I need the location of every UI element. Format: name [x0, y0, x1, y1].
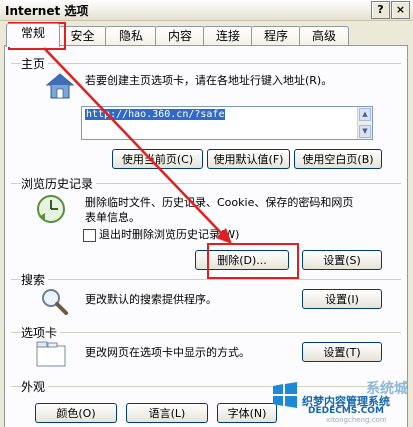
use-blank-button[interactable]: 使用空白页(B)	[294, 149, 382, 169]
homepage-description: 若要创建主页选项卡，请在各地址行键入地址(R)。	[85, 74, 333, 87]
tab-advanced[interactable]: 高级	[299, 26, 349, 46]
delete-on-exit-label[interactable]: 退出时删除浏览历史记录(W)	[99, 227, 239, 242]
homepage-group-label: 主页	[21, 55, 49, 72]
tab-connections[interactable]: 连接	[203, 26, 253, 46]
tab-privacy[interactable]: 隐私	[105, 26, 157, 46]
tab-programs[interactable]: 程序	[251, 26, 301, 46]
use-default-button[interactable]: 使用默认值(F)	[207, 149, 290, 169]
history-description-line1: 删除临时文件、历史记录、Cookie、保存的密码和网页	[85, 196, 354, 209]
search-magnifier-icon	[42, 289, 68, 315]
home-icon	[45, 73, 75, 99]
fonts-button[interactable]: 字体(N)	[217, 403, 277, 423]
homepage-url-text: http://hao.360.cn/?safe	[85, 109, 226, 120]
window-title: Internet 选项	[5, 4, 89, 18]
tab-strip: 常规 安全 隐私 内容 连接 程序 高级	[0, 22, 413, 47]
history-settings-button[interactable]: 设置(S)	[302, 250, 382, 270]
languages-button[interactable]: 语言(L)	[126, 403, 208, 423]
delete-on-exit-checkbox[interactable]	[83, 229, 96, 242]
search-description: 更改默认的搜索提供程序。	[85, 293, 217, 306]
group-divider	[11, 63, 401, 64]
homepage-url-field[interactable]: http://hao.360.cn/?safe ▲ ▼	[81, 106, 373, 140]
title-bar: Internet 选项 ? ×	[0, 0, 413, 21]
tabbed-window-icon	[36, 341, 66, 367]
search-settings-button[interactable]: 设置(I)	[302, 289, 382, 309]
use-current-button[interactable]: 使用当前页(C)	[112, 149, 203, 169]
close-button[interactable]: ×	[391, 1, 410, 19]
help-button[interactable]: ?	[371, 1, 390, 19]
group-divider	[11, 332, 401, 333]
history-clock-icon	[37, 195, 65, 223]
scroll-up-arrow-icon[interactable]: ▲	[359, 108, 371, 121]
history-group-label: 浏览历史记录	[21, 175, 97, 192]
group-divider	[11, 386, 401, 387]
history-description-line2: 表单信息。	[85, 211, 140, 224]
tab-content[interactable]: 内容	[155, 26, 205, 46]
tab-security[interactable]: 安全	[58, 26, 107, 46]
delete-history-button[interactable]: 删除(D)...	[195, 250, 289, 270]
tabs-settings-button[interactable]: 设置(T)	[302, 342, 382, 362]
general-panel: 主页 若要创建主页选项卡，请在各地址行键入地址(R)。 http://hao.3…	[4, 45, 408, 427]
group-divider	[11, 279, 401, 280]
tab-general[interactable]: 常规	[6, 23, 60, 47]
colors-button[interactable]: 颜色(O)	[35, 403, 117, 423]
scroll-down-arrow-icon[interactable]: ▼	[359, 125, 371, 138]
url-scrollbar[interactable]: ▲ ▼	[357, 107, 372, 139]
tabs-description: 更改网页在选项卡中显示的方式。	[85, 346, 250, 359]
tabs-group-label: 选项卡	[21, 324, 61, 341]
appearance-group-label: 外观	[21, 378, 49, 395]
